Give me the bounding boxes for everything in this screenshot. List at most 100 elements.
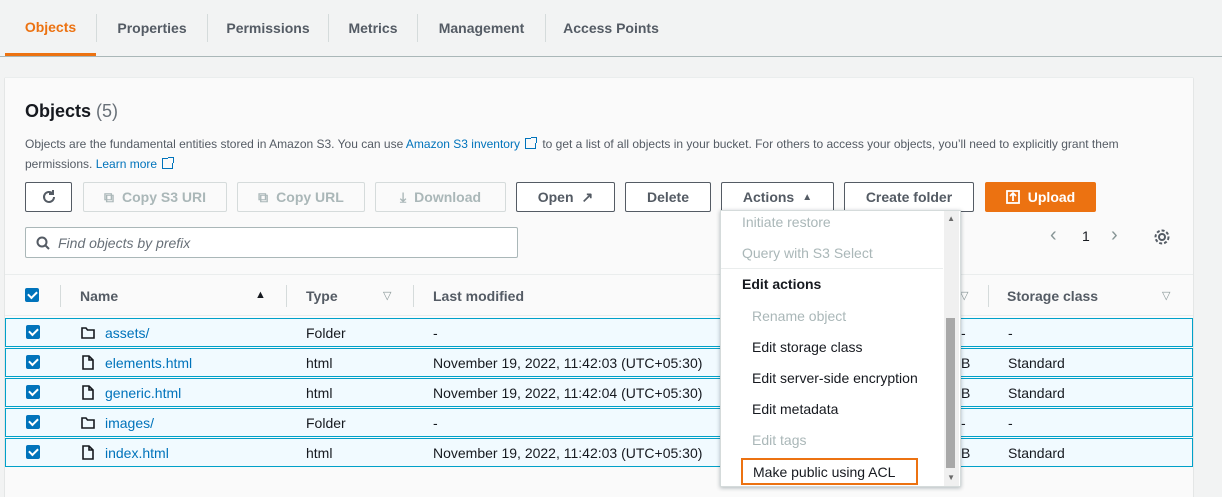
row-checkbox[interactable] [26, 445, 40, 459]
tab-metrics[interactable]: Metrics [329, 0, 417, 56]
column-header-name[interactable]: Name [80, 288, 118, 304]
row-checkbox[interactable] [26, 385, 40, 399]
create-folder-label: Create folder [865, 189, 953, 205]
column-header-storage-class[interactable]: Storage class [1007, 288, 1098, 304]
object-name-link[interactable]: images/ [105, 415, 154, 431]
scroll-up-icon[interactable]: ▲ [947, 214, 955, 223]
settings-gear-icon[interactable] [1153, 228, 1171, 249]
tab-management[interactable]: Management [418, 0, 545, 56]
row-checkbox[interactable] [26, 415, 40, 429]
external-link-icon [162, 157, 175, 169]
menu-group-heading: Edit actions [742, 276, 822, 292]
panel-description: Objects are the fundamental entities sto… [25, 134, 1165, 174]
scroll-down-icon[interactable]: ▼ [947, 473, 955, 482]
download-icon: ⤓ [399, 188, 407, 205]
create-folder-button[interactable]: Create folder [844, 182, 974, 212]
tab-access-points[interactable]: Access Points [546, 0, 676, 56]
object-type: Folder [306, 415, 346, 431]
object-name-link[interactable]: elements.html [105, 355, 192, 371]
object-name-link[interactable]: index.html [105, 445, 169, 461]
row-checkbox[interactable] [26, 325, 40, 339]
menu-item-rename-object[interactable]: Rename object [721, 301, 943, 331]
refresh-button[interactable] [25, 182, 72, 212]
column-divider [988, 285, 989, 307]
delete-button[interactable]: Delete [625, 182, 711, 212]
object-size: - [961, 415, 966, 431]
external-link-icon [524, 137, 537, 149]
column-divider [286, 285, 287, 307]
prev-page-icon[interactable]: ‹ [1050, 224, 1057, 247]
inventory-link[interactable]: Amazon S3 inventory [406, 137, 520, 151]
select-all-checkbox[interactable] [25, 288, 39, 302]
menu-item-edit-metadata[interactable]: Edit metadata [721, 394, 943, 424]
search-icon [36, 236, 50, 250]
panel-title: Objects (5) [25, 101, 118, 122]
object-last-modified: - [433, 325, 438, 341]
table-row[interactable]: assets/ Folder - - - [5, 318, 1193, 347]
menu-item-query-s3-select[interactable]: Query with S3 Select [721, 238, 943, 268]
row-checkbox[interactable] [26, 355, 40, 369]
object-name-link[interactable]: assets/ [105, 325, 149, 341]
refresh-icon [42, 190, 55, 203]
actions-button[interactable]: Actions ▲ [721, 182, 834, 212]
menu-item-edit-storage-class[interactable]: Edit storage class [721, 332, 943, 362]
menu-item-initiate-restore[interactable]: Initiate restore [721, 211, 943, 233]
open-label: Open [537, 189, 574, 205]
tab-properties[interactable]: Properties [97, 0, 207, 56]
learn-more-link[interactable]: Learn more [96, 157, 157, 171]
file-icon [82, 355, 94, 370]
copy-icon: ⧉ [258, 188, 269, 205]
object-last-modified: November 19, 2022, 11:42:04 (UTC+05:30) [433, 385, 703, 401]
description-text: Objects are the fundamental entities sto… [25, 137, 404, 151]
object-name-link[interactable]: generic.html [105, 385, 181, 401]
column-divider [413, 285, 414, 307]
sort-icon[interactable]: ▽ [1162, 289, 1170, 302]
menu-scrollbar[interactable]: ▲ ▼ [944, 211, 959, 486]
object-storage-class: Standard [1008, 385, 1065, 401]
object-storage-class: - [1008, 415, 1013, 431]
object-last-modified: November 19, 2022, 11:42:03 (UTC+05:30) [433, 355, 703, 371]
table-row[interactable]: generic.html html November 19, 2022, 11:… [5, 378, 1193, 407]
download-button[interactable]: ⤓ Download [375, 182, 506, 212]
tab-permissions[interactable]: Permissions [208, 0, 328, 56]
copy-s3-uri-label: Copy S3 URI [121, 189, 206, 205]
caret-up-icon: ▲ [802, 191, 813, 203]
column-header-type[interactable]: Type [306, 288, 338, 304]
object-type: html [306, 385, 333, 401]
object-type: Folder [306, 325, 346, 341]
sort-icon[interactable]: ▽ [960, 289, 968, 302]
tab-objects[interactable]: Objects [5, 0, 96, 56]
object-size: - [961, 325, 966, 341]
upload-button[interactable]: Upload [985, 182, 1096, 212]
table-row[interactable]: index.html html November 19, 2022, 11:42… [5, 438, 1193, 467]
menu-divider [721, 268, 943, 269]
column-divider [60, 285, 61, 307]
object-last-modified: - [433, 415, 438, 431]
upload-label: Upload [1027, 189, 1076, 205]
actions-dropdown-menu: Initiate restore Query with S3 Select Ed… [720, 210, 961, 487]
panel-title-text: Objects [25, 101, 92, 121]
copy-s3-uri-button[interactable]: ⧉ Copy S3 URI [83, 182, 227, 212]
table-row[interactable]: images/ Folder - - - [5, 408, 1193, 437]
object-size: B [961, 385, 971, 401]
next-page-icon[interactable]: › [1111, 224, 1118, 247]
sort-ascending-icon[interactable]: ▲ [255, 289, 266, 301]
folder-icon [81, 327, 95, 339]
page-number[interactable]: 1 [1082, 228, 1090, 244]
menu-item-edit-encryption[interactable]: Edit server-side encryption [721, 363, 943, 393]
copy-url-label: Copy URL [276, 189, 344, 205]
table-header: Name ▲ Type ▽ Last modified ▽ Storage cl… [5, 274, 1193, 316]
search-input[interactable] [58, 234, 498, 251]
object-storage-class: - [1008, 325, 1013, 341]
file-icon [82, 445, 94, 460]
scrollbar-thumb[interactable] [946, 318, 955, 468]
copy-url-button[interactable]: ⧉ Copy URL [237, 182, 365, 212]
download-label: Download [414, 189, 482, 205]
table-row[interactable]: elements.html html November 19, 2022, 11… [5, 348, 1193, 377]
object-size: B [961, 355, 971, 371]
column-header-last-modified[interactable]: Last modified [433, 288, 524, 304]
menu-item-make-public-acl[interactable]: Make public using ACL [741, 458, 918, 485]
open-button[interactable]: Open ↗ [516, 182, 615, 212]
menu-item-edit-tags[interactable]: Edit tags [721, 425, 943, 455]
sort-icon[interactable]: ▽ [383, 289, 391, 302]
